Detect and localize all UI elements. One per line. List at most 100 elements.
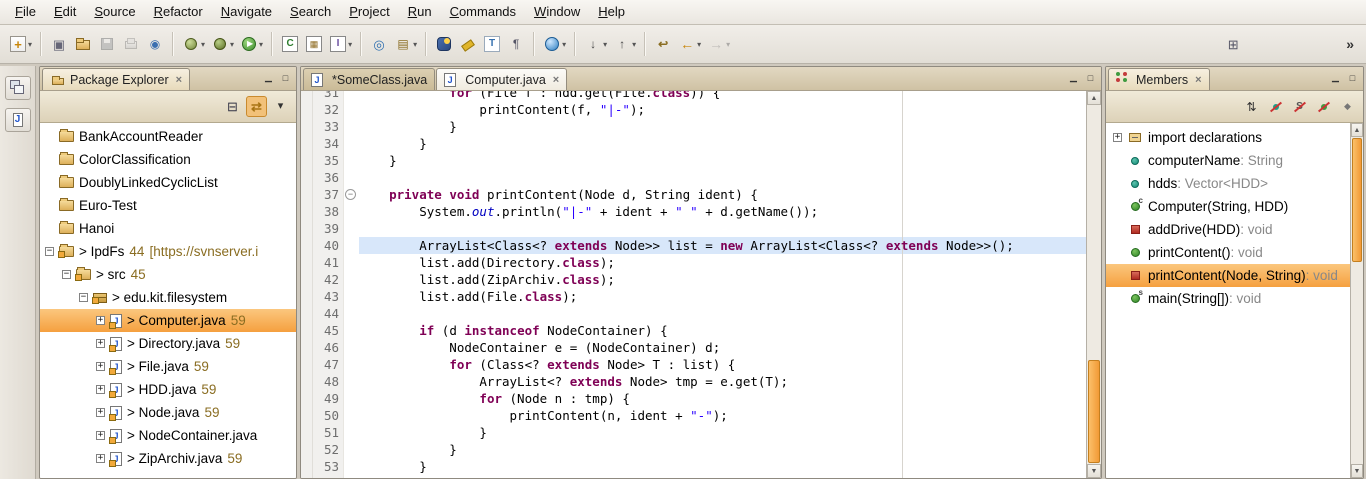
menu-item-navigate[interactable]: Navigate <box>212 0 281 24</box>
code-line-51[interactable]: } <box>359 424 1086 441</box>
code-line-39[interactable] <box>359 220 1086 237</box>
new-editor-button[interactable] <box>47 30 71 58</box>
new-wizard-button[interactable]: ▾ <box>6 30 35 58</box>
members-tab[interactable]: Members × <box>1108 68 1210 90</box>
code-line-50[interactable]: printContent(n, ident + "-"); <box>359 407 1086 424</box>
editor-maximize-button[interactable]: □ <box>1083 70 1098 85</box>
code-line-52[interactable]: } <box>359 441 1086 458</box>
plus-expander-icon[interactable]: + <box>1113 133 1122 142</box>
package-explorer-tab[interactable]: Package Explorer × <box>42 68 190 90</box>
save-button[interactable] <box>95 30 119 58</box>
code-line-31[interactable]: for (File f : hdd.get(File.class)) { <box>359 91 1086 101</box>
code-line-46[interactable]: NodeContainer e = (NodeContainer) d; <box>359 339 1086 356</box>
tree-item-computer-java[interactable]: +> Computer.java59 <box>40 309 296 332</box>
pe-close-icon[interactable]: × <box>176 74 182 86</box>
editor-scrollbar-thumb[interactable] <box>1088 360 1100 463</box>
editor-scroll-up-button[interactable]: ▲ <box>1087 91 1101 105</box>
code-line-32[interactable]: printContent(f, "|-"); <box>359 101 1086 118</box>
line-number-ruler[interactable]: 3132333435363738394041424344454647484950… <box>313 91 343 478</box>
debug-button[interactable]: ▾ <box>208 30 237 58</box>
tree-item-ipdfs[interactable]: −> IpdFs44[https://svnserver.i <box>40 240 296 263</box>
minus-expander-icon[interactable]: − <box>45 247 54 256</box>
code-line-47[interactable]: for (Class<? extends Node> T : list) { <box>359 356 1086 373</box>
editor-tab-computer-java[interactable]: Computer.java× <box>436 68 567 90</box>
tree-item-ziparchiv-java[interactable]: +> ZipArchiv.java59 <box>40 447 296 470</box>
dropdown-arrow-icon[interactable]: ▾ <box>726 40 730 49</box>
minus-expander-icon[interactable]: − <box>62 270 71 279</box>
code-line-41[interactable]: list.add(Directory.class); <box>359 254 1086 271</box>
tree-item-euro-test[interactable]: Euro-Test <box>40 194 296 217</box>
forward-button[interactable]: ▾ <box>704 30 733 58</box>
show-block-button[interactable] <box>480 30 504 58</box>
plus-expander-icon[interactable]: + <box>96 316 105 325</box>
dropdown-arrow-icon[interactable]: ▾ <box>259 40 263 49</box>
members-scroll-up-button[interactable]: ▲ <box>1351 123 1363 137</box>
code-line-42[interactable]: list.add(ZipArchiv.class); <box>359 271 1086 288</box>
menu-item-refactor[interactable]: Refactor <box>145 0 212 24</box>
hide-local-types-button[interactable] <box>1337 96 1358 117</box>
restore-views-button[interactable] <box>5 76 31 100</box>
editor-minimize-button[interactable]: ▁ <box>1066 70 1081 85</box>
member-computer-string-hdd[interactable]: cComputer(String, HDD) <box>1106 195 1350 218</box>
hide-static-button[interactable] <box>1289 96 1310 117</box>
code-line-38[interactable]: System.out.println("|-" + ident + " " + … <box>359 203 1086 220</box>
tree-item-edu-kit-filesystem[interactable]: −> edu.kit.filesystem <box>40 286 296 309</box>
folding-ruler[interactable] <box>343 91 357 478</box>
member-printcontent-node-string[interactable]: printContent(Node, String) : void <box>1106 264 1350 287</box>
tree-item-colorclassification[interactable]: ColorClassification <box>40 148 296 171</box>
view-menu-button[interactable] <box>270 96 291 117</box>
breakpoints-button[interactable] <box>143 30 167 58</box>
open-task-button[interactable] <box>367 30 391 58</box>
editor-tab-someclass-java[interactable]: *SomeClass.java <box>303 68 435 90</box>
members-scroll-track[interactable] <box>1351 137 1363 464</box>
member-main-string[interactable]: smain(String[]) : void <box>1106 287 1350 310</box>
open-resource-button[interactable] <box>71 30 95 58</box>
editor-scroll-down-button[interactable]: ▼ <box>1087 464 1101 478</box>
minus-expander-icon[interactable]: − <box>79 293 88 302</box>
task-list-button[interactable]: ▾ <box>391 30 420 58</box>
code-line-43[interactable]: list.add(File.class); <box>359 288 1086 305</box>
next-annotation-button[interactable]: ▾ <box>581 30 610 58</box>
menu-item-commands[interactable]: Commands <box>441 0 525 24</box>
dropdown-arrow-icon[interactable]: ▾ <box>201 40 205 49</box>
code-line-40[interactable]: ArrayList<Class<? extends Node>> list = … <box>359 237 1086 254</box>
tree-item-src[interactable]: −> src45 <box>40 263 296 286</box>
editor-tab-close-icon[interactable]: × <box>553 74 559 86</box>
plus-expander-icon[interactable]: + <box>96 385 105 394</box>
tree-item-file-java[interactable]: +> File.java59 <box>40 355 296 378</box>
menu-item-source[interactable]: Source <box>85 0 144 24</box>
fold-collapse-icon[interactable] <box>344 189 357 206</box>
menu-item-edit[interactable]: Edit <box>45 0 85 24</box>
code-editor[interactable]: for (File f : hdd.get(File.class)) { pri… <box>357 91 1086 478</box>
link-with-editor-button[interactable] <box>246 96 267 117</box>
members-scrollbar-thumb[interactable] <box>1352 138 1362 262</box>
pe-maximize-button[interactable]: □ <box>278 70 293 85</box>
members-scroll-down-button[interactable]: ▼ <box>1351 464 1363 478</box>
member-import-declarations[interactable]: +import declarations <box>1106 126 1350 149</box>
code-line-36[interactable] <box>359 169 1086 186</box>
search-button[interactable] <box>432 30 456 58</box>
hide-fields-button[interactable] <box>1265 96 1286 117</box>
tree-item-directory-java[interactable]: +> Directory.java59 <box>40 332 296 355</box>
last-edit-button[interactable] <box>651 30 675 58</box>
members-close-icon[interactable]: × <box>1195 74 1201 86</box>
code-line-53[interactable]: } <box>359 458 1086 475</box>
dropdown-arrow-icon[interactable]: ▾ <box>230 40 234 49</box>
run-button[interactable]: ▾ <box>237 30 266 58</box>
minimized-java-editor-button[interactable] <box>5 108 31 132</box>
code-line-44[interactable] <box>359 305 1086 322</box>
show-whitespace-button[interactable] <box>504 30 528 58</box>
plus-expander-icon[interactable]: + <box>96 408 105 417</box>
web-browser-button[interactable]: ▾ <box>540 30 569 58</box>
menu-item-help[interactable]: Help <box>589 0 634 24</box>
code-line-33[interactable]: } <box>359 118 1086 135</box>
toolbar-overflow-button[interactable]: » <box>1340 36 1360 52</box>
code-line-34[interactable]: } <box>359 135 1086 152</box>
plus-expander-icon[interactable]: + <box>96 431 105 440</box>
new-package-button[interactable] <box>302 30 326 58</box>
members-minimize-button[interactable]: ▁ <box>1328 70 1343 85</box>
members-maximize-button[interactable]: □ <box>1345 70 1360 85</box>
member-computername[interactable]: computerName : String <box>1106 149 1350 172</box>
code-line-37[interactable]: private void printContent(Node d, String… <box>359 186 1086 203</box>
collapse-all-button[interactable] <box>222 96 243 117</box>
